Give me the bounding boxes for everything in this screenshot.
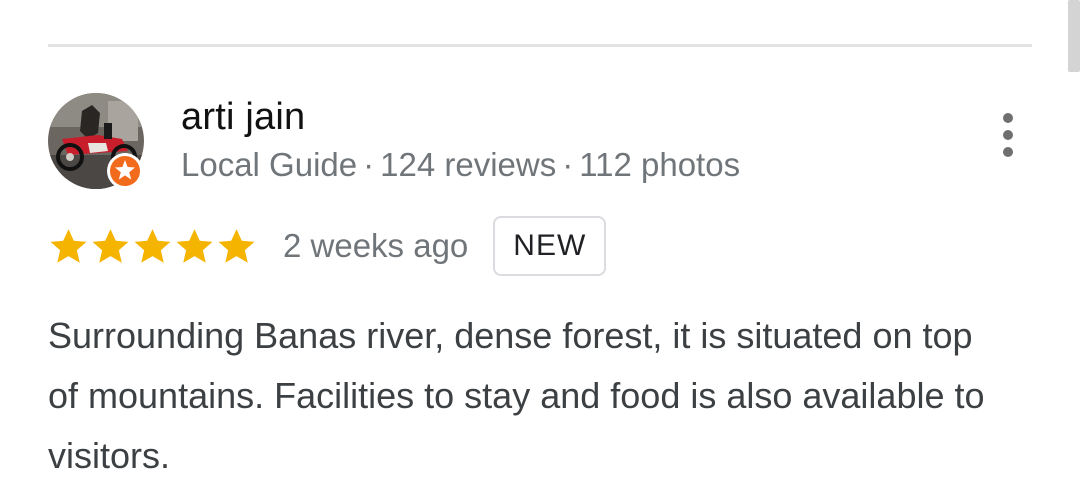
review-date: 2 weeks ago — [283, 227, 469, 264]
review-text: Surrounding Banas river, dense forest, i… — [48, 315, 985, 476]
star-icon — [218, 228, 255, 263]
scrollbar[interactable] — [1068, 0, 1080, 72]
photo-count: 112 photos — [579, 146, 741, 183]
star-icon — [92, 228, 129, 263]
more-vert-icon — [1003, 147, 1013, 157]
star-icon — [50, 228, 87, 263]
top-divider — [48, 44, 1032, 47]
meta-separator: · — [363, 146, 375, 183]
meta-separator: · — [562, 146, 574, 183]
star-icon — [176, 228, 213, 263]
local-guide-label: Local Guide — [181, 146, 358, 183]
new-badge: NEW — [493, 216, 607, 276]
local-guide-badge-icon — [106, 152, 144, 190]
rating-row: 2 weeks ago NEW — [48, 214, 607, 278]
avatar[interactable] — [48, 93, 144, 189]
review-card: arti jain Local Guide · 124 reviews · 112 ph… — [0, 0, 1080, 501]
reviewer-meta: Local Guide · 124 reviews · 112 photos — [181, 145, 740, 185]
star-rating — [48, 226, 258, 267]
star-icon — [134, 228, 171, 263]
more-vert-icon — [1003, 113, 1013, 123]
review-count: 124 reviews — [380, 146, 557, 183]
more-options-button[interactable] — [990, 113, 1026, 157]
reviewer-name[interactable]: arti jain — [181, 95, 305, 139]
more-vert-icon — [1003, 130, 1013, 140]
